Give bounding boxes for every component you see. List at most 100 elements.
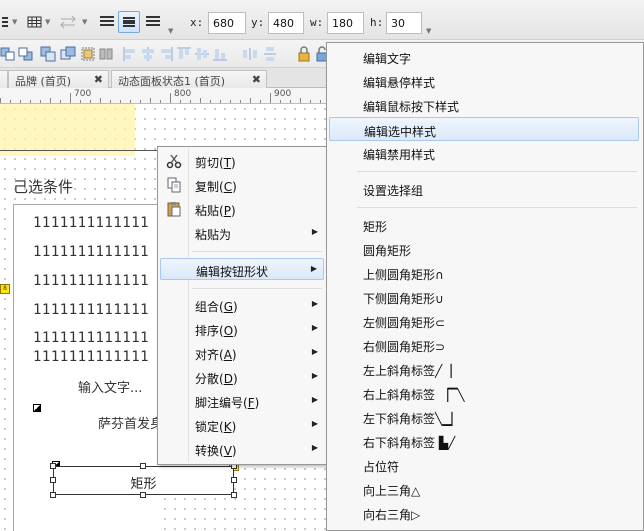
submenu-item-triangle-up[interactable]: 向上三角△ xyxy=(329,477,639,501)
align-top-obj-icon[interactable] xyxy=(176,46,192,62)
resize-handle[interactable] xyxy=(140,463,146,469)
bring-forward-icon[interactable] xyxy=(0,46,16,62)
ruler-mark: 900 xyxy=(274,89,292,99)
submenu-item-placeholder[interactable]: 占位符 xyxy=(329,453,639,477)
tab-brand[interactable]: 品牌 (首页) ✖ xyxy=(8,70,109,88)
submenu-label: 左侧圆角矩形⊂ xyxy=(363,316,446,330)
close-icon[interactable]: ✖ xyxy=(252,73,261,86)
number-row: 1111111111111 xyxy=(33,215,150,231)
chevron-down-icon[interactable]: ▼ xyxy=(426,27,431,35)
menu-item-convert[interactable]: 转换(V) ▶ xyxy=(160,438,324,460)
align-right-obj-icon[interactable] xyxy=(158,46,174,62)
scissors-icon xyxy=(166,153,182,169)
ungroup-icon[interactable] xyxy=(98,46,114,62)
w-input[interactable]: 180 xyxy=(327,12,364,34)
submenu-item-top-rounded[interactable]: 上侧圆角矩形∩ xyxy=(329,261,639,285)
submenu-item-top-right-bevel[interactable]: 右上斜角标签 ▕▔╲ xyxy=(329,381,639,405)
submenu-item-disabled-style[interactable]: 编辑禁用样式 xyxy=(329,141,639,165)
ruler-tick xyxy=(90,100,91,103)
ruler-tick xyxy=(220,100,221,103)
submenu-label: 编辑选中样式 xyxy=(364,125,437,139)
submenu-label: 编辑鼠标按下样式 xyxy=(363,100,460,114)
menu-label: 锁定 xyxy=(195,420,220,434)
widget-marker[interactable]: 8 xyxy=(0,284,10,294)
distribute-vertical-icon[interactable] xyxy=(262,46,278,62)
input-placeholder-widget[interactable]: 输入文字... xyxy=(78,377,142,396)
align-center-obj-icon[interactable] xyxy=(140,46,156,62)
close-icon[interactable]: ✖ xyxy=(94,73,103,86)
ruler-tick xyxy=(80,100,81,103)
bullet-list-icon[interactable] xyxy=(0,14,10,30)
send-backward-icon[interactable] xyxy=(18,46,34,62)
align-left-icon[interactable] xyxy=(98,13,116,29)
selected-rectangle[interactable]: 矩形 xyxy=(53,466,234,495)
submenu-item-triangle-right[interactable]: 向右三角▷ xyxy=(329,501,639,525)
submenu-item-selected-style[interactable]: 编辑选中样式 xyxy=(329,117,639,141)
distribute-horizontal-icon[interactable] xyxy=(242,46,258,62)
x-input[interactable]: 680 xyxy=(208,12,246,34)
align-middle-obj-icon[interactable] xyxy=(194,46,210,62)
ruler-tick xyxy=(70,93,71,103)
resize-handle[interactable] xyxy=(50,477,56,483)
number-row: 1111111111111 xyxy=(33,330,150,346)
ruler-tick xyxy=(180,100,181,103)
indent-icon[interactable] xyxy=(60,14,76,30)
resize-handle[interactable] xyxy=(50,463,56,469)
submenu-item-rectangle[interactable]: 矩形 xyxy=(329,213,639,237)
menu-item-lock[interactable]: 锁定(K) ▶ xyxy=(160,414,324,436)
menu-item-paste[interactable]: 粘贴(P) xyxy=(160,198,324,220)
menu-item-paste-as[interactable]: 粘贴为 ▶ xyxy=(160,222,324,244)
submenu-arrow-icon: ▶ xyxy=(311,371,318,380)
resize-handle[interactable] xyxy=(231,477,237,483)
submenu-label: 编辑禁用样式 xyxy=(363,148,436,162)
submenu-item-rounded-rectangle[interactable]: 圆角矩形 xyxy=(329,237,639,261)
align-bottom-obj-icon[interactable] xyxy=(212,46,228,62)
submenu-arrow-icon: ▶ xyxy=(311,323,318,332)
bring-to-front-icon[interactable] xyxy=(40,46,56,62)
h-input[interactable]: 30 xyxy=(386,12,422,34)
chevron-down-icon[interactable]: ▼ xyxy=(168,27,173,35)
ruler-tick xyxy=(320,100,321,103)
resize-handle[interactable] xyxy=(50,492,56,498)
submenu-item-bottom-left-bevel[interactable]: 左下斜角标签╲▁▏ xyxy=(329,405,639,429)
resize-handle[interactable] xyxy=(140,492,146,498)
align-right-icon[interactable] xyxy=(144,13,162,29)
anchor-icon[interactable] xyxy=(33,404,41,412)
submenu-item-hover-style[interactable]: 编辑悬停样式 xyxy=(329,69,639,93)
text-widget[interactable]: 萨芬首发身 xyxy=(98,413,163,432)
number-row: 1111111111111 xyxy=(33,244,150,260)
menu-item-distribute[interactable]: 分散(D) ▶ xyxy=(160,366,324,388)
lock-icon[interactable] xyxy=(296,46,312,62)
chevron-down-icon[interactable]: ▼ xyxy=(82,18,87,26)
submenu-item-top-left-bevel[interactable]: 左上斜角标签╱▕ xyxy=(329,357,639,381)
submenu-item-bottom-right-bevel[interactable]: 右下斜角标签 ▙╱ xyxy=(329,429,639,453)
submenu-label: 编辑文字 xyxy=(363,52,412,66)
tab-previous[interactable] xyxy=(0,70,8,88)
submenu-item-bottom-rounded[interactable]: 下侧圆角矩形∪ xyxy=(329,285,639,309)
menu-item-edit-button-shape[interactable]: 编辑按钮形状 ▶ xyxy=(160,258,324,280)
align-center-button[interactable] xyxy=(118,11,140,33)
y-input[interactable]: 480 xyxy=(268,12,304,34)
table-icon[interactable] xyxy=(27,14,43,30)
align-left-obj-icon[interactable] xyxy=(122,46,138,62)
chevron-down-icon[interactable]: ▼ xyxy=(45,18,50,26)
group-icon[interactable] xyxy=(80,46,96,62)
menu-item-footnote[interactable]: 脚注编号(F) ▶ xyxy=(160,390,324,412)
submenu-item-edit-text[interactable]: 编辑文字 xyxy=(329,45,639,69)
resize-handle[interactable] xyxy=(231,492,237,498)
menu-item-align[interactable]: 对齐(A) ▶ xyxy=(160,342,324,364)
menu-item-cut[interactable]: 剪切(T) xyxy=(160,150,324,172)
chevron-down-icon[interactable]: ▼ xyxy=(12,18,17,26)
submenu-arrow-icon: ▶ xyxy=(311,419,318,428)
menu-item-order[interactable]: 排序(O) ▶ xyxy=(160,318,324,340)
menu-item-copy[interactable]: 复制(C) xyxy=(160,174,324,196)
submenu-item-mousedown-style[interactable]: 编辑鼠标按下样式 xyxy=(329,93,639,117)
tab-dynamic-panel[interactable]: 动态面板状态1 (首页) ✖ xyxy=(111,70,267,88)
submenu-item-right-rounded[interactable]: 右侧圆角矩形⊃ xyxy=(329,333,639,357)
submenu-label: 左下斜角标签╲▁▏ xyxy=(363,412,461,426)
submenu-item-selection-group[interactable]: 设置选择组 xyxy=(329,177,639,201)
menu-item-group[interactable]: 组合(G) ▶ xyxy=(160,294,324,316)
submenu-item-left-rounded[interactable]: 左侧圆角矩形⊂ xyxy=(329,309,639,333)
send-to-back-icon[interactable] xyxy=(60,46,76,62)
submenu-label: 右下斜角标签 ▙╱ xyxy=(363,436,456,450)
